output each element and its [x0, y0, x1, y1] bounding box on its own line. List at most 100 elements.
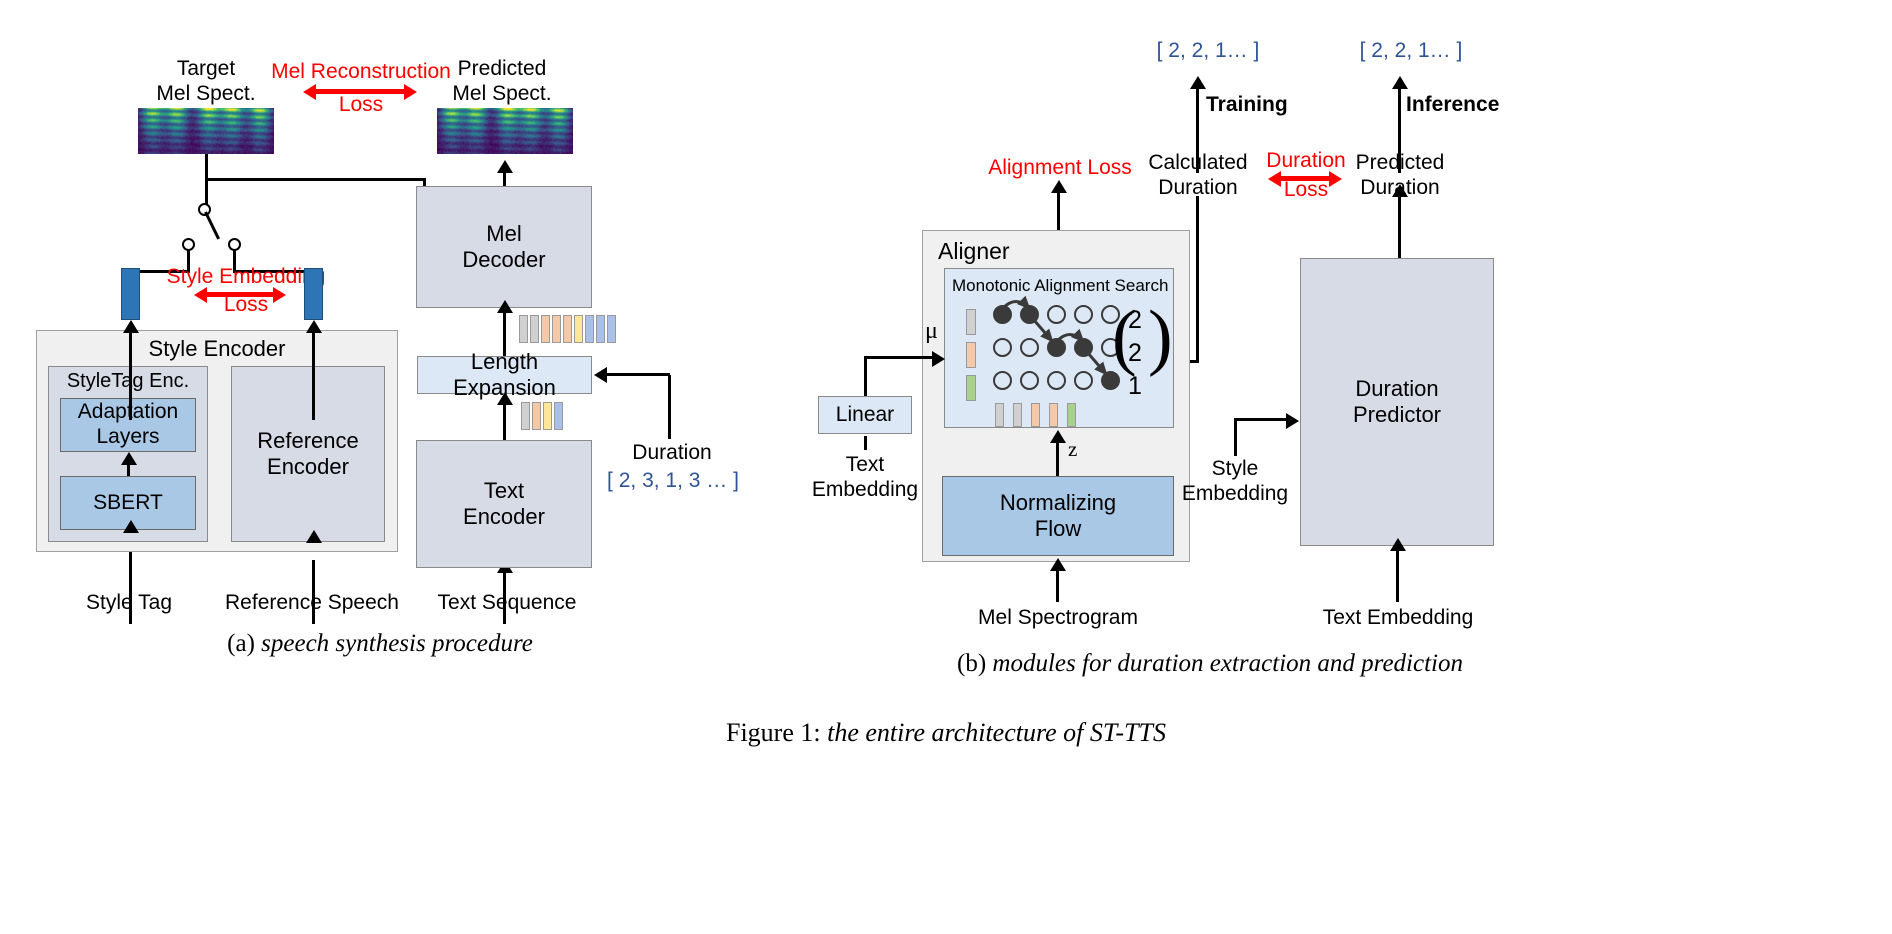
reference-encoder-box: Reference Encoder: [231, 366, 385, 542]
mel-spectrogram-input-arrowhead: [1050, 558, 1066, 571]
aligner-title: Aligner: [938, 238, 1010, 264]
duration-label: Duration: [632, 441, 712, 464]
alignment-loss-arrowhead: [1051, 180, 1067, 193]
duration-feed-arrowhead: [594, 367, 607, 383]
textenc-to-lengthexp-line: [503, 402, 506, 442]
style-embedding-input-line: [1234, 418, 1237, 456]
token-chip-0: [995, 403, 1004, 427]
predicted-mel-spectrogram-image: [437, 108, 573, 154]
duration-vector-value-0: 2: [1128, 306, 1142, 334]
style-embedding-loss-arrow-right: [273, 287, 286, 303]
mel-recon-loss-arrow-right: [404, 84, 417, 100]
figure-canvas: Target Mel Spect. Predicted Mel Spect. M…: [0, 0, 1892, 934]
mas-row-chip-0: [966, 309, 976, 335]
lengthexp-to-decoder-arrowhead: [497, 300, 513, 313]
duration-loss-arrow-line: [1279, 176, 1331, 181]
refenc-to-bar-arrowhead: [306, 320, 322, 333]
token-chip-2: [541, 315, 550, 343]
style-embedding-loss-arrow-line: [205, 292, 275, 297]
mas-row-chip-2: [966, 375, 976, 401]
text-embedding-left-line: [864, 436, 867, 450]
token-chip-2: [543, 402, 552, 430]
text-token-strip: [521, 402, 563, 430]
caption-b-text: modules for duration extraction and pred…: [992, 650, 1463, 677]
training-arrowhead: [1190, 76, 1206, 89]
mel-decoder-box: Mel Decoder: [416, 186, 592, 308]
token-chip-3: [552, 315, 561, 343]
linear-to-mas-arrowhead: [932, 351, 945, 367]
duration-vector-value-1: 2: [1128, 339, 1142, 367]
style-embedding-bar-left: [121, 268, 140, 320]
text-embedding-input-arrowhead: [1390, 538, 1406, 551]
z-symbol-label: z: [1068, 437, 1078, 461]
style-tag-input-arrowhead: [123, 520, 139, 533]
switch-top-line-vert: [205, 154, 208, 178]
token-chip-3: [554, 402, 563, 430]
mas-row-chip-1: [966, 342, 976, 368]
caption-b-label: (b): [957, 650, 987, 677]
caption-b: (b) modules for duration extraction and …: [860, 650, 1560, 678]
style-tag-input-label: Style Tag: [86, 591, 172, 614]
spectrogram-canvas: [437, 108, 573, 154]
length-expansion-box: Length Expansion: [417, 349, 592, 400]
token-chip-4: [563, 315, 572, 343]
text-sequence-input-label: Text Sequence: [437, 591, 577, 614]
caption-a-text: speech synthesis procedure: [261, 630, 533, 657]
inference-arrowhead: [1392, 76, 1408, 89]
inference-label: Inference: [1406, 93, 1500, 116]
token-chip-2: [1031, 403, 1040, 427]
mas-node-grid: [993, 295, 1120, 405]
training-output-vector: [ 2, 2, 1… ]: [1156, 39, 1260, 62]
token-chip-6: [585, 315, 594, 343]
linear-to-mas-vert: [864, 356, 867, 398]
linear-box: Linear: [818, 396, 912, 434]
styletag-to-bar-line: [129, 332, 132, 420]
flow-to-mas-line: [1056, 442, 1059, 476]
token-chip-5: [574, 315, 583, 343]
style-embedding-input-horz: [1234, 418, 1288, 421]
token-chip-1: [1013, 403, 1022, 427]
switch-top-line-horz: [205, 178, 426, 181]
text-encoder-box: Text Encoder: [416, 440, 592, 568]
caption-a: (a) speech synthesis procedure: [0, 630, 760, 658]
mas-col-chips: [995, 403, 1076, 427]
linear-to-mas-horz: [864, 356, 934, 359]
mel-spectrogram-input-label: Mel Spectrogram: [978, 606, 1138, 629]
adaptation-layers-box: Adaptation Layers: [60, 398, 196, 452]
token-chip-7: [596, 315, 605, 343]
token-chip-1: [530, 315, 539, 343]
figure-number: Figure 1:: [725, 718, 821, 747]
predicted-duration-arrowhead: [1392, 184, 1408, 197]
token-chip-3: [1049, 403, 1058, 427]
styletag-encoder-title: StyleTag Enc.: [66, 370, 190, 392]
normalizing-flow-box: Normalizing Flow: [942, 476, 1174, 556]
duration-vector-value-2: 1: [1128, 372, 1142, 400]
flow-to-mas-arrowhead: [1050, 430, 1066, 443]
mas-title: Monotonic Alignment Search: [952, 276, 1169, 295]
mel-reconstruction-loss-label-2: Loss: [338, 93, 384, 116]
sbert-to-adaptation-arrowhead: [121, 452, 137, 465]
figure-caption: Figure 1: the entire architecture of ST-…: [0, 718, 1892, 748]
reference-speech-input-label: Reference Speech: [225, 591, 399, 614]
token-chip-1: [532, 402, 541, 430]
refenc-to-bar-line: [312, 332, 315, 420]
styletag-to-bar-arrowhead: [123, 320, 139, 333]
token-chip-4: [1067, 403, 1076, 427]
token-chip-0: [519, 315, 528, 343]
mel-recon-loss-arrow-left: [303, 84, 316, 100]
style-encoder-title: Style Encoder: [148, 336, 286, 361]
mel-reconstruction-loss-label: Mel Reconstruction: [271, 60, 451, 83]
text-embedding-input-line: [1396, 548, 1399, 602]
spectrogram-canvas: [138, 108, 274, 154]
textenc-to-lengthexp-arrowhead: [497, 392, 513, 405]
decoder-to-predicted-arrowhead: [497, 160, 513, 173]
mu-symbol-label: μ: [925, 318, 938, 344]
token-chip-0: [521, 402, 530, 430]
switch-lever[interactable]: [204, 211, 220, 240]
style-embedding-input-arrowhead: [1286, 413, 1299, 429]
target-mel-spectrogram-image: [138, 108, 274, 154]
duration-loss-arrow-left: [1268, 171, 1281, 187]
inference-output-vector: [ 2, 2, 1… ]: [1359, 39, 1463, 62]
alignment-loss-label: Alignment Loss: [988, 156, 1132, 179]
text-embedding-input-label: Text Embedding: [1322, 606, 1474, 629]
